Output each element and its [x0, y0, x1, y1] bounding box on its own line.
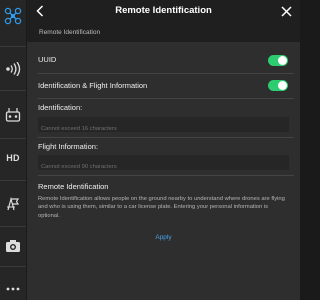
close-button[interactable] [278, 3, 294, 19]
toggle-knob [278, 56, 287, 65]
sidebar-divider [0, 138, 26, 139]
sidebar-item-signal[interactable] [0, 56, 26, 82]
flight-information-input[interactable] [38, 159, 289, 175]
map-flag-icon [7, 196, 20, 211]
close-icon [280, 5, 292, 17]
divider [38, 98, 294, 99]
sidebar-item-aircraft[interactable] [0, 3, 26, 29]
apply-button[interactable]: Apply [27, 234, 300, 241]
more-icon [6, 287, 20, 291]
sidebar-item-remote-controller[interactable] [0, 102, 26, 128]
flight-information-label: Flight Information: [38, 142, 99, 151]
divider [38, 175, 294, 176]
identification-input[interactable] [38, 121, 289, 137]
sidebar: HD [0, 0, 26, 300]
uuid-row: UUID [27, 51, 300, 69]
camera-icon [6, 240, 20, 252]
drone-icon [4, 7, 22, 25]
remote-controller-icon [5, 108, 21, 122]
section-header-label: Remote Identification [39, 29, 101, 36]
info-title: Remote Identification [38, 182, 109, 191]
sidebar-item-hd[interactable]: HD [0, 145, 26, 171]
hd-icon: HD [6, 153, 20, 163]
info-description: Remote Identification allows people on t… [38, 196, 285, 219]
sidebar-item-camera[interactable] [0, 233, 26, 259]
sidebar-divider [0, 266, 26, 267]
identification-input-box [38, 117, 289, 137]
toggle-knob [278, 81, 287, 90]
sidebar-divider [0, 46, 26, 47]
uuid-toggle[interactable] [268, 55, 288, 66]
sidebar-divider [0, 90, 26, 91]
section-header: Remote Identification [27, 22, 300, 42]
page-title: Remote Identification [115, 5, 212, 16]
signal-icon [6, 62, 21, 76]
title-bar: Remote Identification [27, 0, 300, 22]
id-flight-info-toggle[interactable] [268, 80, 288, 91]
divider [38, 73, 294, 74]
identification-label: Identification: [38, 103, 83, 112]
uuid-label: UUID [38, 55, 57, 64]
divider [38, 137, 294, 138]
sidebar-item-more[interactable] [0, 276, 26, 300]
settings-panel: Remote Identification Remote Identificat… [27, 0, 300, 300]
id-flight-info-label: Identification & Flight Information [38, 81, 148, 90]
flight-information-input-box [38, 155, 289, 175]
id-flight-info-row: Identification & Flight Information [27, 77, 300, 95]
sidebar-item-general[interactable] [0, 191, 26, 217]
sidebar-divider [0, 226, 26, 227]
sidebar-divider [0, 180, 26, 181]
